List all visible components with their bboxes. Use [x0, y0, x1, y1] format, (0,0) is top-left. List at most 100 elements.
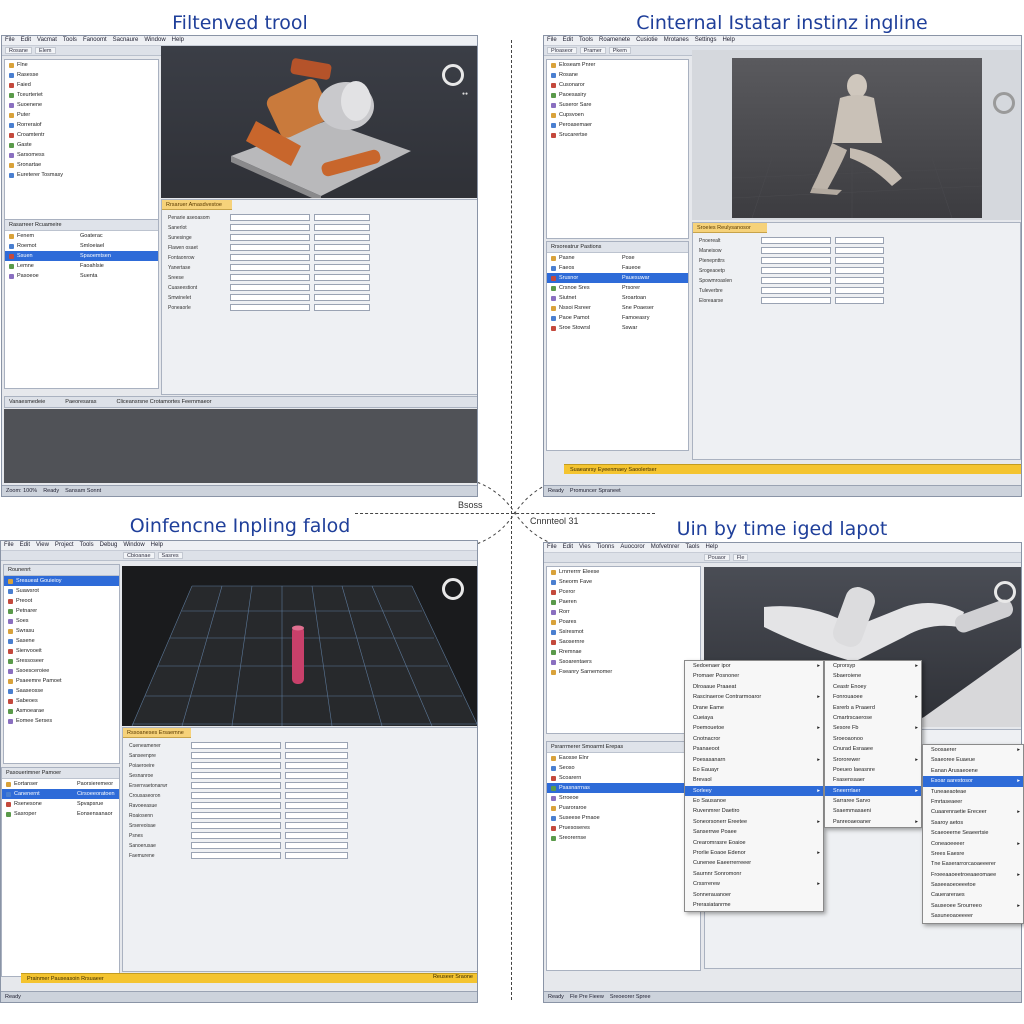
context-menu-item[interactable]: Sesore Fb ▸ [825, 723, 921, 733]
property-input[interactable] [835, 247, 884, 254]
property-input[interactable] [835, 297, 884, 304]
tree-item[interactable]: Rremnae [547, 647, 700, 657]
toolbar-button[interactable]: Rosane [5, 47, 32, 54]
property-input[interactable] [230, 254, 310, 261]
context-menu-item[interactable]: Sasuneoaoeeeer [923, 911, 1023, 921]
menu-item[interactable]: Help [151, 542, 163, 549]
context-menu-item[interactable]: Sneerrrlaer ▸ [825, 785, 921, 797]
property-input[interactable] [761, 257, 831, 264]
tree-item[interactable]: Paoesasiry [547, 90, 688, 100]
property-input[interactable] [230, 214, 310, 221]
context-menu-item[interactable]: Esrerb a Praaerd [825, 703, 921, 713]
property-input[interactable] [761, 297, 831, 304]
context-menu-item[interactable]: Cmartrscaerose [825, 713, 921, 723]
property-input[interactable] [761, 267, 831, 274]
menu-item[interactable]: Help [172, 37, 184, 44]
menu-item[interactable]: Roamenete [599, 37, 630, 44]
menu-item[interactable]: Edit [563, 37, 573, 44]
tree-item[interactable]: Eloseam Pnrer [547, 60, 688, 70]
context-menu-item[interactable]: Esoar aarestosor ▸ [923, 776, 1023, 787]
context-menu-item[interactable]: Srororewer ▸ [825, 755, 921, 765]
menu-item[interactable]: View [36, 542, 49, 549]
property-input[interactable] [285, 842, 348, 849]
tree-item[interactable]: Eomee Serses [4, 716, 119, 726]
menu-item[interactable]: Vacmat [37, 37, 57, 44]
tree-item[interactable]: Eureterer Tosmasy [5, 170, 158, 180]
context-menu-item[interactable]: Sarraree Sarvo [825, 796, 921, 806]
context-menu-item[interactable]: Sonnerauanoer [685, 890, 823, 900]
tree-item[interactable]: Faied [5, 80, 158, 90]
tree-item[interactable]: Sneorm Fave [547, 577, 700, 587]
toolbar-button[interactable]: Elem [34, 47, 56, 54]
property-input[interactable] [314, 294, 370, 301]
menu-item[interactable]: Tionns [597, 544, 615, 551]
tree-item[interactable]: Siutnet Sroartoan [547, 293, 688, 303]
menu-item[interactable]: Project [55, 542, 74, 549]
toolbar-button[interactable]: Pramer [579, 47, 606, 54]
property-input[interactable] [314, 244, 370, 251]
context-menu-item[interactable]: Saurnnr Sonromonr [685, 869, 823, 879]
property-input[interactable] [285, 752, 348, 759]
tree-item[interactable]: Peroasemaer [547, 120, 688, 130]
tree-item[interactable]: Gaste [5, 140, 158, 150]
menu-item[interactable]: Help [705, 544, 717, 551]
menu-item[interactable]: File [547, 37, 557, 44]
menu-item[interactable]: Sacnaure [113, 37, 139, 44]
context-menu-item[interactable]: Eo Eauayr [685, 765, 823, 775]
tree-item[interactable]: Suseror Sare [547, 100, 688, 110]
menu-item[interactable]: Help [722, 37, 734, 44]
property-input[interactable] [285, 782, 348, 789]
context-menu-item[interactable]: Prerasiatanrme [685, 900, 823, 910]
menu-item[interactable]: Tools [579, 37, 593, 44]
tree-item[interactable]: Sronartae [5, 160, 158, 170]
tree-item[interactable]: Petnarer [4, 606, 119, 616]
tree-item[interactable]: Pruesoseres [547, 823, 700, 833]
toolbar-button[interactable]: Pkem [608, 47, 631, 54]
context-menu-item[interactable]: Poeueo Iaeasnre [825, 765, 921, 775]
property-input[interactable] [230, 244, 310, 251]
context-menu-item[interactable]: Sorleey ▸ [685, 785, 823, 797]
property-input[interactable] [285, 772, 348, 779]
context-menu-item[interactable]: Promaer Posnoner [685, 671, 823, 681]
property-input[interactable] [230, 294, 310, 301]
tree-item[interactable]: Cusonaror [547, 80, 688, 90]
menu-item[interactable]: Window [144, 37, 165, 44]
tree-item[interactable]: Ssiresmot [547, 627, 700, 637]
property-input[interactable] [314, 224, 370, 231]
property-input[interactable] [230, 274, 310, 281]
property-input[interactable] [285, 762, 348, 769]
property-input[interactable] [761, 237, 831, 244]
tree-item[interactable]: Seoso [547, 763, 700, 773]
tree-item[interactable]: Rsenesone Spvapsrue [2, 799, 119, 809]
context-menu-item[interactable]: Eanan Arusaeoene [923, 766, 1023, 776]
context-menu-item[interactable]: Prorlie Eoaoe Edenor ▸ [685, 848, 823, 858]
tree-item[interactable]: Saosernre [547, 637, 700, 647]
property-input[interactable] [230, 304, 310, 311]
menu-item[interactable]: Window [123, 542, 144, 549]
tree-item[interactable]: Sienvooeit [4, 646, 119, 656]
context-menu-item[interactable]: Poesasanarn ▸ [685, 755, 823, 765]
property-input[interactable] [285, 852, 348, 859]
context-menu-item[interactable]: Ssaroy aetos [923, 818, 1023, 828]
property-input[interactable] [761, 277, 831, 284]
tree-item[interactable]: Sreaueat Gouieioy [4, 576, 119, 586]
tree-item[interactable]: Swrasu [4, 626, 119, 636]
3d-viewport[interactable] [692, 50, 1021, 220]
tree-item[interactable]: Srroeoe [547, 793, 700, 803]
context-menu-item[interactable]: Fsasensaaer [825, 775, 921, 785]
context-menu-item[interactable]: Cuaarenraetie Ereceer ▸ [923, 807, 1023, 817]
bottom-field[interactable]: Cliceansrsne Crotamortes Feernmaeor [116, 399, 211, 405]
property-input[interactable] [191, 782, 281, 789]
property-input[interactable] [314, 264, 370, 271]
toolbar-button[interactable]: Cbioanae [123, 552, 155, 559]
tree-item[interactable]: Rosane [547, 70, 688, 80]
toolbar-button[interactable]: Sasres [157, 552, 183, 559]
property-input[interactable] [314, 274, 370, 281]
menu-item[interactable]: File [4, 542, 14, 549]
context-menu-item[interactable]: Sroeoaonoo [825, 734, 921, 744]
tree-item[interactable]: Suoenene [5, 100, 158, 110]
tree-item[interactable]: Sressoseer [4, 656, 119, 666]
context-menu-item[interactable]: Sanserrwe Poaee [685, 827, 823, 837]
menu-item[interactable]: Vies [579, 544, 591, 551]
context-menu-item[interactable]: Fmrtaseaeer [923, 797, 1023, 807]
